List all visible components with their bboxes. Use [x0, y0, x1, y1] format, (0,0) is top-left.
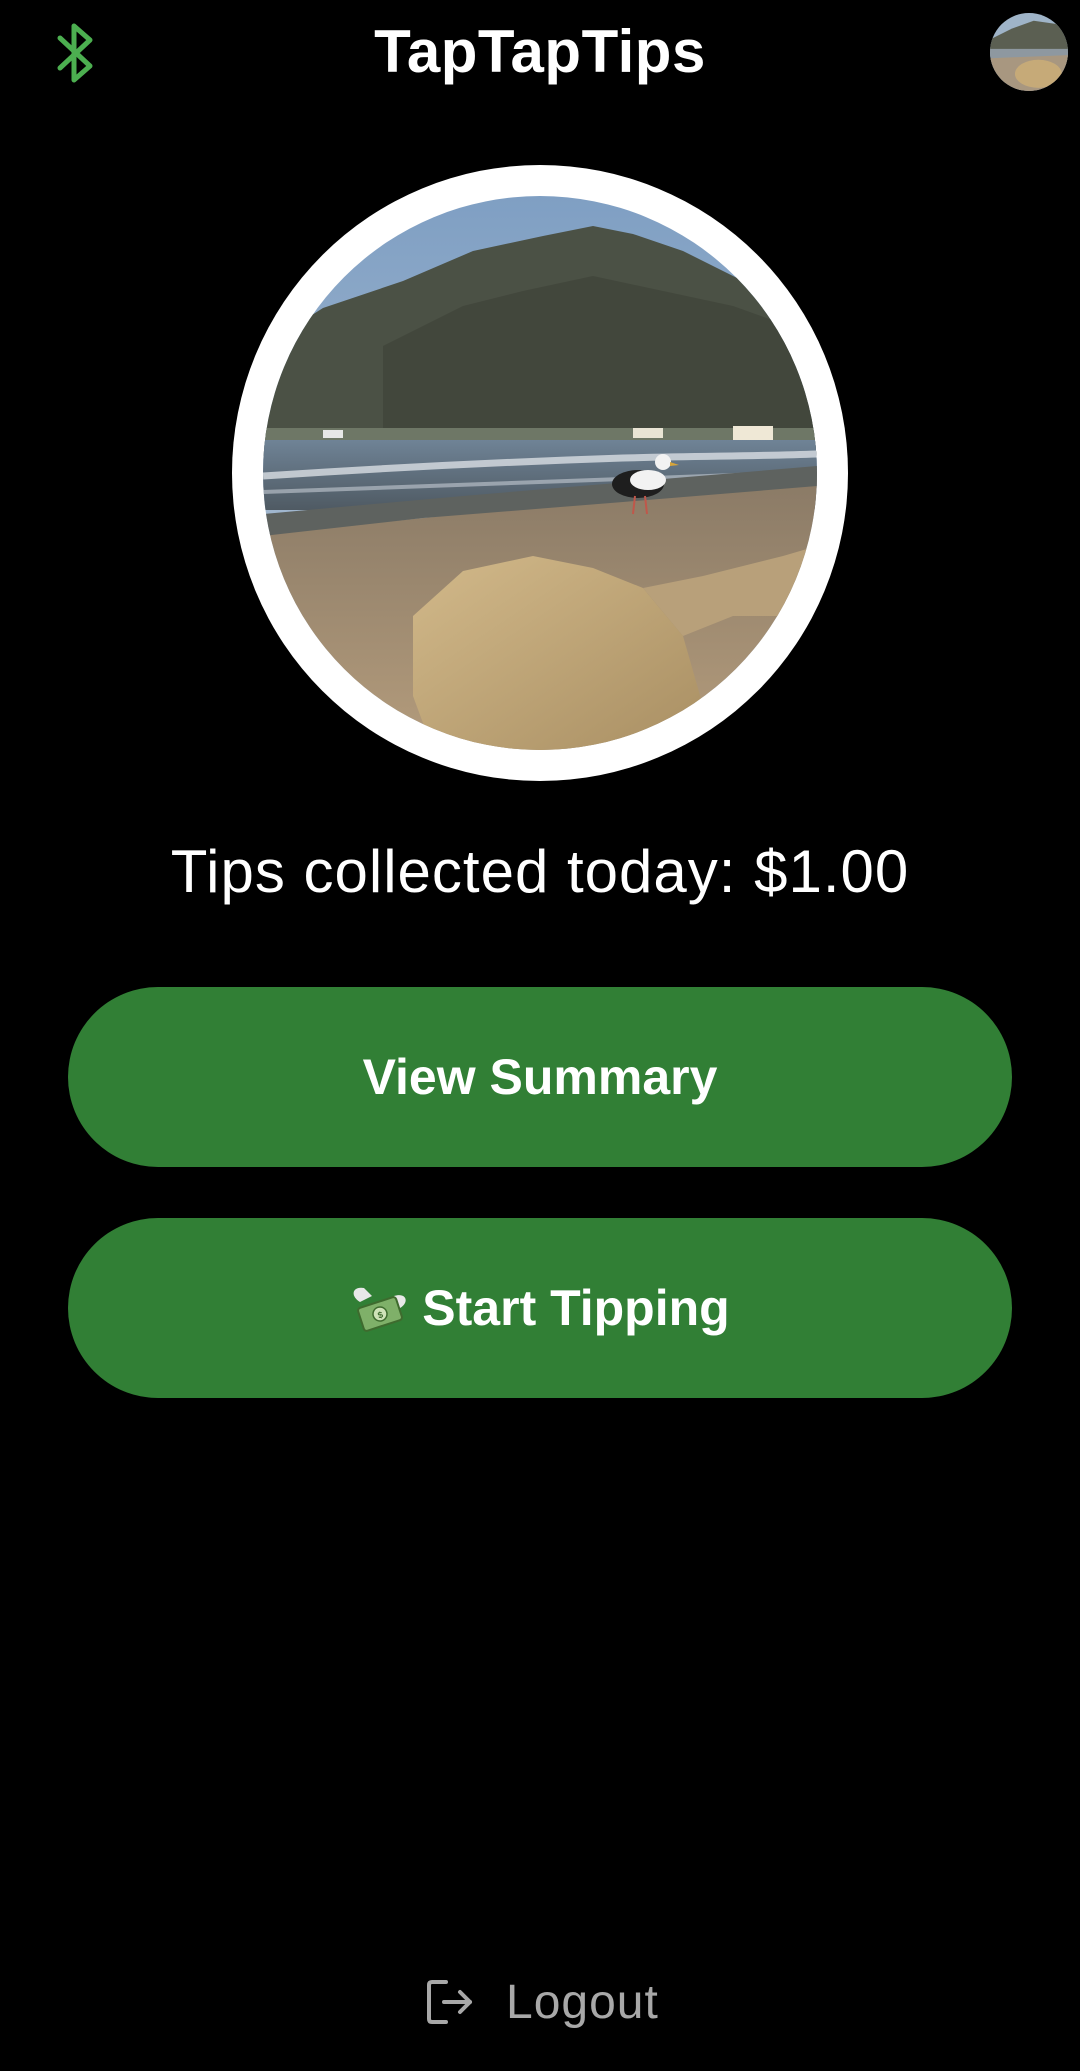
start-tipping-label: Start Tipping [422, 1280, 730, 1336]
logout-icon [424, 1976, 476, 2028]
view-summary-button[interactable]: View Summary [68, 987, 1012, 1167]
logout-label: Logout [506, 1975, 659, 2029]
start-tipping-button[interactable]: $ Start Tipping [68, 1218, 1012, 1398]
logout-button[interactable]: Logout [424, 1970, 664, 2034]
app-title: TapTapTips [374, 18, 706, 85]
tips-collected-text: Tips collected today: $1.00 [170, 838, 910, 905]
user-avatar[interactable] [990, 13, 1068, 91]
view-summary-label: View Summary [362, 1049, 718, 1105]
profile-photo [263, 196, 817, 750]
app-header: TapTapTips [0, 0, 1080, 110]
money-with-wings-icon: $ [350, 1278, 410, 1338]
